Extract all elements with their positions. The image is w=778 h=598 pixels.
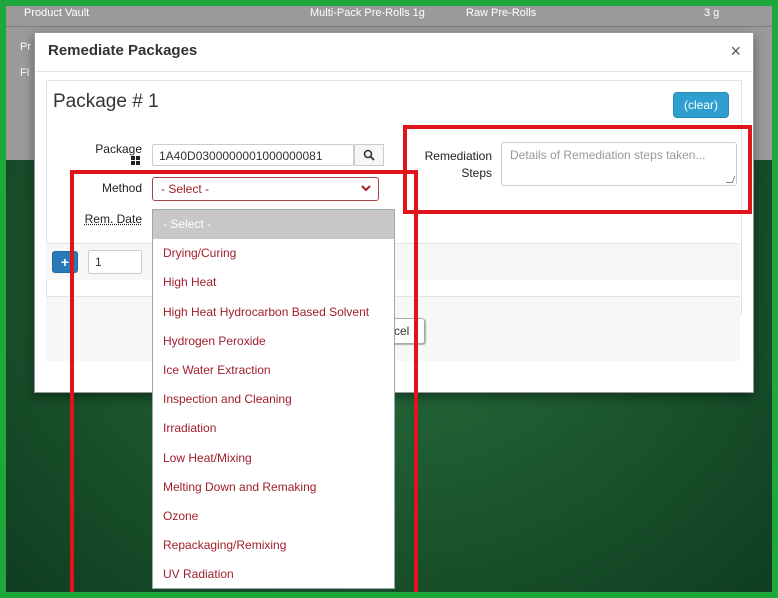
method-option[interactable]: Hydrogen Peroxide [153,327,394,356]
bg-cell: 3 g [704,7,720,19]
search-icon [363,149,375,161]
cancel-button-label: cel [394,324,410,338]
method-option[interactable]: Repackaging/Remixing [153,531,394,560]
rem-date-label: Rem. Date [84,212,142,226]
method-option[interactable]: Ice Water Extraction [153,356,394,385]
method-dropdown-list: - Select - Drying/Curing High Heat High … [152,209,395,589]
background-row: Product Vault Multi-Pack Pre-Rolls 1g Ra… [6,4,772,27]
method-option[interactable]: Ozone [153,502,394,531]
modal-title: Remediate Packages [48,42,198,59]
bg-cell: Multi-Pack Pre-Rolls 1g [310,7,425,19]
package-heading: Package # 1 [53,91,159,112]
close-icon[interactable]: × [730,41,741,62]
add-package-button[interactable]: + [52,251,78,273]
bg-cell: Fl [20,67,30,79]
bg-cell: Product Vault [24,7,90,19]
remediation-placeholder: Details of Remediation steps taken... [510,148,706,162]
remediation-label-line1: Remediation [424,149,492,163]
clear-button[interactable]: (clear) [672,92,729,118]
package-label: Package [95,142,142,156]
method-option[interactable]: Inspection and Cleaning [153,385,394,414]
method-option[interactable]: - Select - [153,210,394,240]
method-option[interactable]: Irradiation [153,414,394,443]
modal-header: Remediate Packages × [35,33,753,72]
barcode-icon[interactable] [131,156,140,165]
method-selected-value: - Select - [161,182,210,196]
method-label: Method [101,181,142,195]
method-option[interactable]: High Heat Hydrocarbon Based Solvent [153,298,394,327]
method-option[interactable]: Drying/Curing [153,239,394,268]
remediation-label: Remediation Steps [412,149,492,180]
bg-cell: Raw Pre-Rolls [466,7,537,19]
resize-handle[interactable] [725,176,736,183]
remediation-steps-textarea[interactable]: Details of Remediation steps taken... [501,142,737,186]
method-option[interactable]: High Heat [153,268,394,297]
package-search-button[interactable] [354,144,384,166]
method-option[interactable]: UV Radiation [153,560,394,589]
chevron-down-icon [361,185,371,192]
method-option[interactable]: Melting Down and Remaking [153,473,394,502]
remediation-label-line2: Steps [461,166,492,180]
package-input[interactable]: 1A40D0300000001000000081 [152,144,354,166]
bg-cell: Pr [20,41,31,53]
method-option[interactable]: Low Heat/Mixing [153,444,394,473]
package-count-input[interactable]: 1 [88,250,142,274]
method-select[interactable]: - Select - [152,177,379,201]
